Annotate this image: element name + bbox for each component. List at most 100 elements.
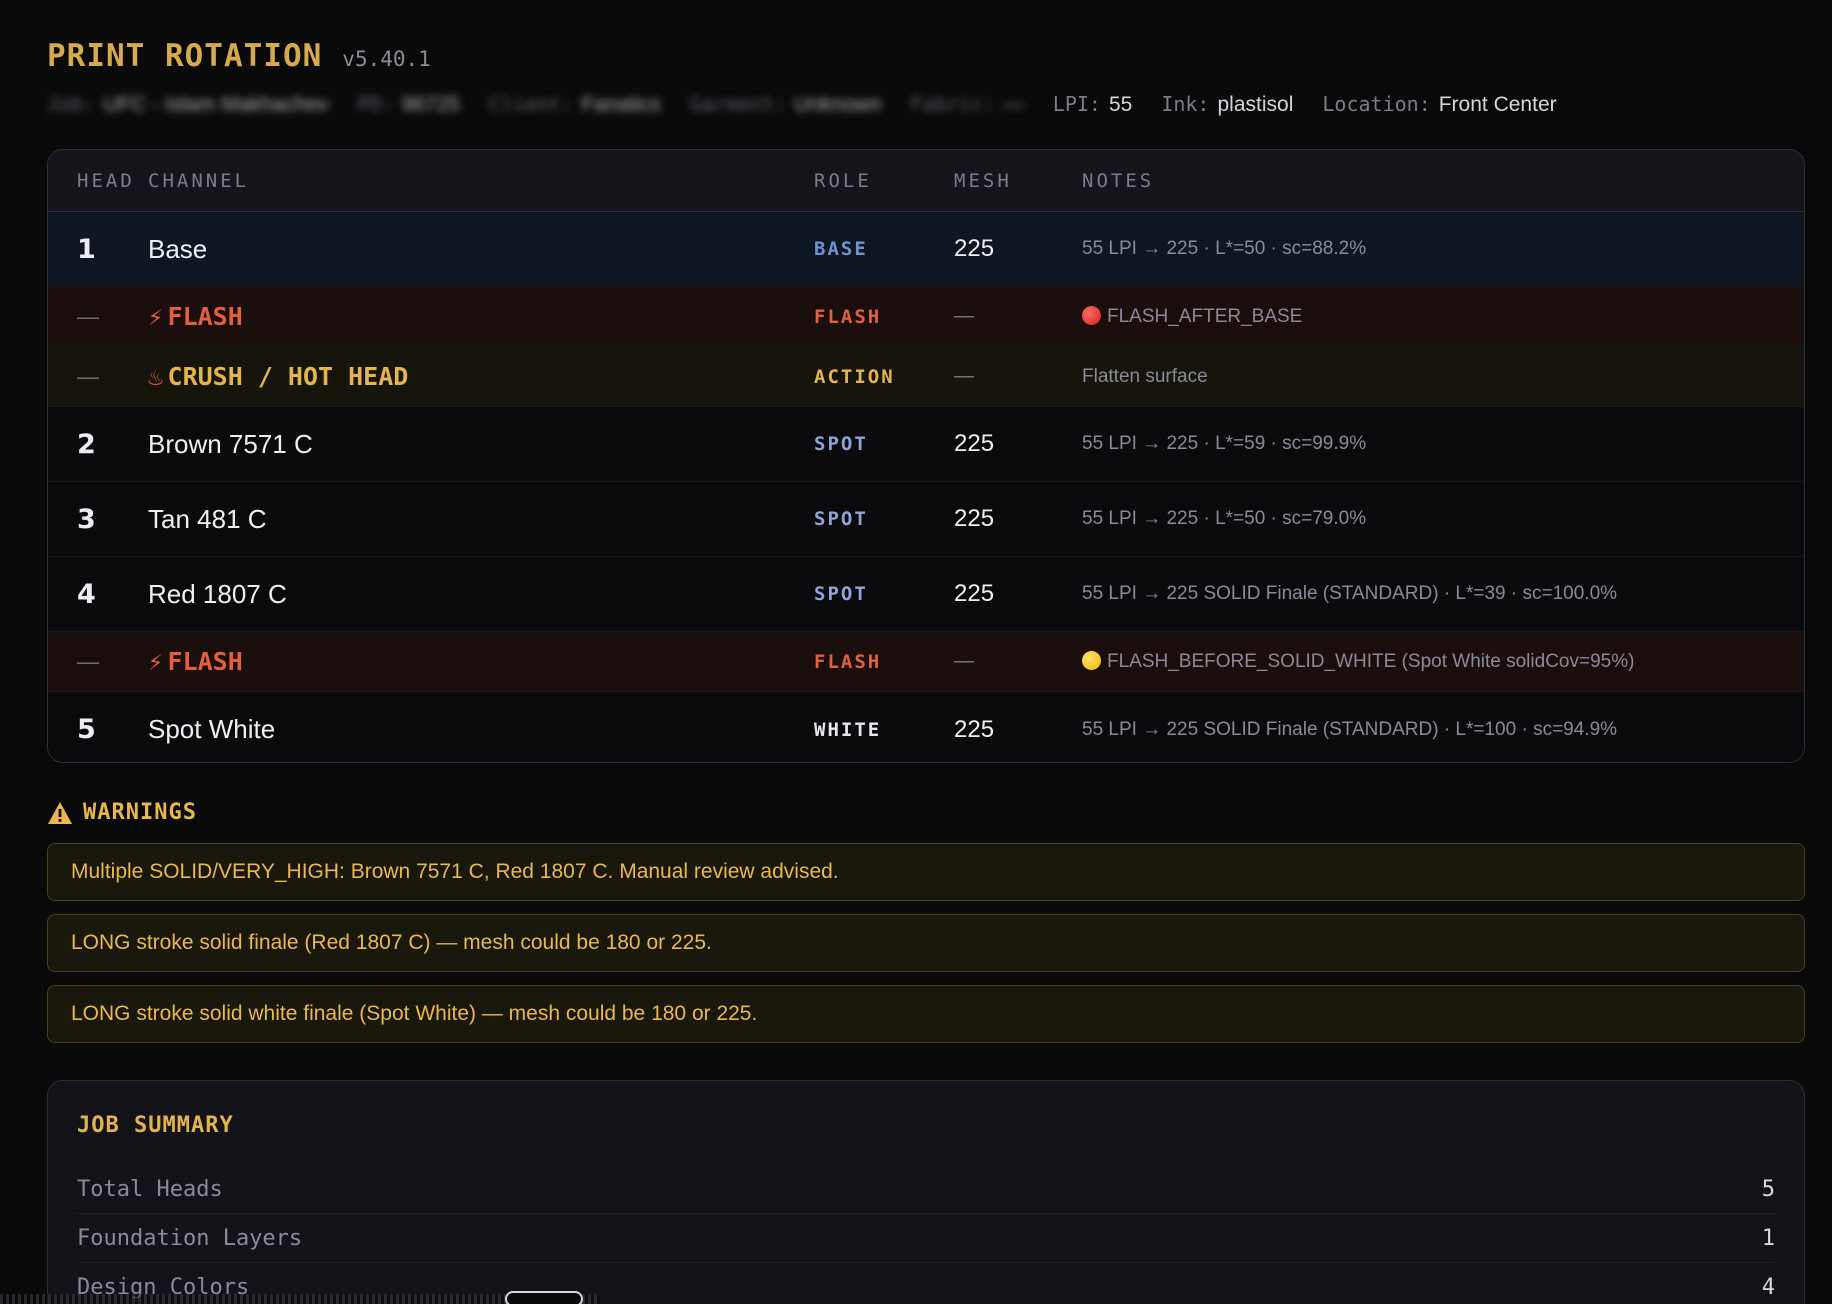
warnings-title: WARNINGS	[83, 800, 197, 825]
print-rotation-page: PRINT ROTATION v5.40.1 Job: UFC - Islam …	[0, 0, 1832, 1304]
channel-name: Base	[148, 233, 208, 264]
mesh-value: 225	[954, 235, 995, 262]
meta-location-value: Front Center	[1438, 93, 1557, 116]
head-number: —	[77, 648, 99, 674]
column-header-role: ROLE	[814, 169, 872, 192]
column-header-mesh: MESH	[954, 169, 1012, 192]
rotation-table: HEAD CHANNEL ROLE MESH NOTES 1 Base BASE…	[47, 149, 1805, 763]
notes-text: Flatten surface	[1082, 365, 1208, 387]
meta-ink: Ink: plastisol	[1161, 92, 1293, 117]
meta-po: PO: 96725	[357, 92, 460, 117]
table-header: HEAD CHANNEL ROLE MESH NOTES	[48, 150, 1804, 212]
warning-item: LONG stroke solid finale (Red 1807 C) — …	[47, 914, 1805, 972]
role-badge: SPOT	[814, 583, 868, 605]
title-row: PRINT ROTATION v5.40.1	[47, 38, 431, 74]
summary-value: 1	[1761, 1225, 1775, 1251]
meta-fabric: Fabric: —	[910, 92, 1023, 117]
meta-client: Client: Fanatics	[489, 92, 661, 117]
meta-lpi-value: 55	[1108, 93, 1133, 116]
role-badge: FLASH	[814, 650, 882, 673]
role-badge: SPOT	[814, 508, 868, 530]
mesh-value: —	[954, 305, 974, 327]
table-row[interactable]: 5 Spot White WHITE 225 55 LPI → 225 SOLI…	[48, 692, 1804, 762]
meta-ink-value: plastisol	[1217, 93, 1294, 116]
notes-text: 55 LPI → 225 · L*=50 · sc=88.2%	[1082, 238, 1367, 259]
meta-location-label: Location:	[1322, 92, 1431, 116]
table-row[interactable]: — ♨ CRUSH / HOT HEAD ACTION — Flatten su…	[48, 347, 1804, 407]
head-number: 3	[77, 503, 96, 535]
table-row[interactable]: — ⚡ FLASH FLASH — FLASH_AFTER_BASE	[48, 287, 1804, 347]
page-title: PRINT ROTATION	[47, 38, 323, 74]
summary-title: JOB SUMMARY	[77, 1113, 234, 1138]
mesh-value: —	[954, 365, 974, 387]
notes-text: FLASH_AFTER_BASE	[1107, 305, 1303, 327]
table-row[interactable]: 3 Tan 481 C SPOT 225 55 LPI → 225 · L*=5…	[48, 482, 1804, 557]
meta-client-value: Fanatics	[581, 93, 661, 116]
channel-name: Red 1807 C	[148, 578, 287, 609]
table-row[interactable]: 1 Base BASE 225 55 LPI → 225 · L*=50 · s…	[48, 212, 1804, 287]
column-header-notes: NOTES	[1082, 169, 1155, 192]
notes-text: 55 LPI → 225 · L*=50 · sc=79.0%	[1082, 508, 1367, 529]
warning-item: LONG stroke solid white finale (Spot Whi…	[47, 985, 1805, 1043]
lightning-icon: ⚡	[148, 302, 164, 331]
meta-location: Location: Front Center	[1322, 92, 1556, 117]
mesh-value: —	[954, 650, 974, 672]
table-row[interactable]: 2 Brown 7571 C SPOT 225 55 LPI → 225 · L…	[48, 407, 1804, 482]
channel-name: Tan 481 C	[148, 503, 267, 534]
yellow-circle-icon	[1082, 650, 1101, 670]
meta-job-label: Job:	[47, 92, 96, 116]
meta-po-value: 96725	[401, 93, 460, 116]
notes-text: FLASH_BEFORE_SOLID_WHITE (Spot White sol…	[1107, 650, 1635, 672]
role-badge: FLASH	[814, 305, 882, 328]
summary-label: Total Heads	[77, 1176, 223, 1202]
meta-garment-value: Unknown	[793, 93, 882, 116]
version-label: v5.40.1	[342, 47, 431, 71]
head-number: 2	[77, 428, 96, 460]
summary-value: 5	[1761, 1176, 1775, 1202]
summary-row: Foundation Layers 1	[77, 1214, 1775, 1263]
table-row[interactable]: 4 Red 1807 C SPOT 225 55 LPI → 225 SOLID…	[48, 557, 1804, 632]
meta-job-value: UFC - Islam Makhachev	[103, 93, 329, 116]
head-number: 4	[77, 578, 96, 610]
channel-name: CRUSH / HOT HEAD	[167, 362, 409, 391]
head-number: 5	[77, 714, 96, 745]
job-summary-card: JOB SUMMARY Total Heads 5 Foundation Lay…	[47, 1080, 1805, 1304]
meta-job: Job: UFC - Islam Makhachev	[47, 92, 328, 117]
notes-text: 55 LPI → 225 · L*=59 · sc=99.9%	[1082, 433, 1367, 454]
meta-ink-label: Ink:	[1161, 92, 1210, 116]
meta-lpi-label: LPI:	[1052, 92, 1101, 116]
notes-text: 55 LPI → 225 SOLID Finale (STANDARD) · L…	[1082, 718, 1618, 740]
summary-value: 4	[1761, 1274, 1775, 1300]
summary-label: Foundation Layers	[77, 1225, 303, 1251]
role-badge: WHITE	[814, 718, 882, 741]
warning-item: Multiple SOLID/VERY_HIGH: Brown 7571 C, …	[47, 843, 1805, 901]
lightning-icon: ⚡	[148, 647, 164, 676]
head-number: —	[77, 363, 99, 389]
meta-client-label: Client:	[488, 92, 574, 116]
head-number: 1	[77, 233, 96, 265]
red-circle-icon	[1082, 305, 1101, 325]
meta-fabric-value: —	[1002, 93, 1024, 116]
head-number: —	[77, 303, 99, 329]
job-meta-row: Job: UFC - Islam Makhachev PO: 96725 Cli…	[47, 92, 1557, 117]
summary-row: Total Heads 5	[77, 1165, 1775, 1214]
mesh-value: 225	[954, 715, 995, 743]
meta-lpi: LPI: 55	[1053, 92, 1133, 117]
meta-garment-label: Garment:	[689, 92, 786, 116]
column-header-channel: CHANNEL	[148, 169, 250, 192]
role-badge: SPOT	[814, 433, 868, 455]
mesh-value: 225	[954, 580, 995, 607]
mesh-value: 225	[954, 505, 995, 532]
channel-name: Spot White	[148, 714, 276, 744]
warning-triangle-icon	[48, 801, 72, 824]
role-badge: BASE	[814, 238, 868, 260]
table-row[interactable]: — ⚡ FLASH FLASH — FLASH_BEFORE_SOLID_WHI…	[48, 632, 1804, 692]
scroll-handle[interactable]	[505, 1291, 583, 1304]
notes-text: 55 LPI → 225 SOLID Finale (STANDARD) · L…	[1082, 583, 1618, 604]
channel-name: Brown 7571 C	[148, 428, 313, 459]
role-badge: ACTION	[814, 365, 895, 388]
channel-name: FLASH	[167, 647, 243, 676]
meta-po-label: PO:	[357, 92, 394, 116]
hot-springs-icon: ♨	[148, 362, 164, 391]
column-header-head: HEAD	[77, 169, 135, 192]
